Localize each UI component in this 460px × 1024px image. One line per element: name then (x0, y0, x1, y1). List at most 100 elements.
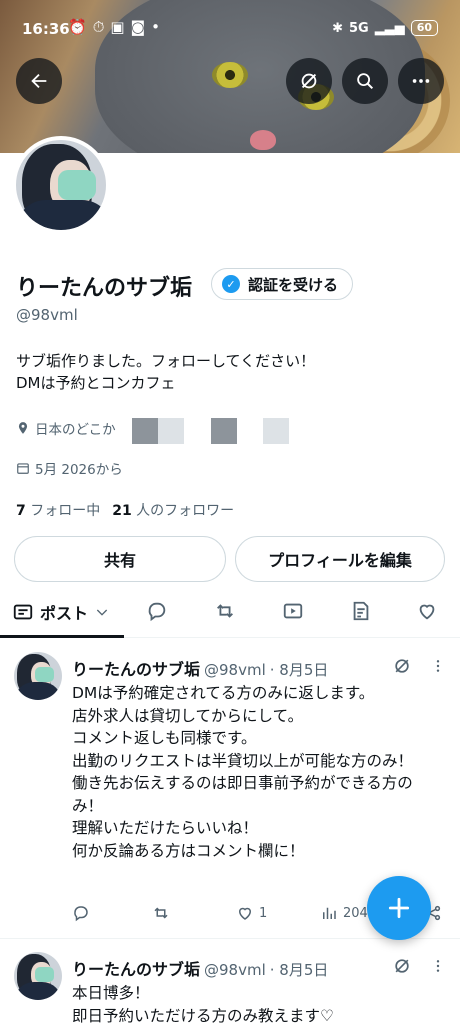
grok-icon[interactable] (392, 956, 412, 976)
tab-likes[interactable] (416, 600, 438, 622)
more-vertical-icon[interactable] (430, 956, 446, 976)
bluetooth-icon: ✱ (332, 20, 343, 36)
repost-button[interactable] (152, 904, 170, 922)
post-author[interactable]: りーたんのサブ垢 (72, 656, 200, 680)
avatar-mask (35, 667, 54, 682)
profile-joined: 5月 2026から (16, 458, 123, 478)
calendar-icon: ▣ (110, 18, 125, 36)
redacted-block (211, 418, 237, 444)
tab-underline (0, 635, 124, 638)
profile-handle: @98vml (16, 306, 78, 324)
post-header-icons (392, 956, 446, 976)
following-label: フォロー中 (30, 503, 101, 519)
avatar-mask (35, 967, 54, 982)
network-label: 5G (348, 20, 369, 36)
redacted-block (158, 418, 184, 444)
post-avatar[interactable] (14, 652, 62, 700)
post-card[interactable]: りーたんのサブ垢 @98vml · 8月5日 本日博多！ 即日予約いただける方の… (0, 952, 460, 1024)
reply-button[interactable] (72, 904, 90, 922)
post-header: りーたんのサブ垢 @98vml · 8月5日 (72, 956, 328, 980)
cat-eye-left (212, 62, 248, 88)
bio-line-2: DMは予約とコンカフェ (16, 374, 176, 392)
tab-posts[interactable]: ポスト (12, 600, 110, 624)
compose-button[interactable] (367, 876, 431, 940)
avatar-art (16, 140, 106, 230)
clock-icon: ⏱ (92, 18, 105, 36)
more-button[interactable] (398, 58, 444, 104)
media-icon (283, 603, 303, 619)
tab-replies[interactable] (146, 600, 168, 622)
search-button[interactable] (342, 58, 388, 104)
like-count: 1 (259, 905, 268, 921)
tab-posts-label: ポスト (40, 604, 89, 623)
verify-button[interactable]: ✓ 認証を受ける (211, 268, 354, 300)
following-count: 7 (16, 503, 26, 519)
following-link[interactable]: 7 フォロー中 (16, 500, 100, 520)
posts-icon (13, 604, 33, 620)
tab-media[interactable] (282, 600, 304, 622)
tab-articles[interactable] (350, 600, 372, 622)
joined-text: 5月 2026から (35, 462, 123, 478)
article-icon (353, 601, 369, 621)
edit-profile-button[interactable]: プロフィールを編集 (235, 536, 445, 582)
share-button[interactable]: 共有 (14, 536, 226, 582)
post-date: · 8月5日 (269, 661, 329, 679)
view-count: 204 (343, 905, 368, 921)
followers-label: 人のフォロワー (136, 503, 235, 519)
repost-icon (217, 604, 233, 618)
back-button[interactable] (16, 58, 62, 104)
post-text: 本日博多！ 即日予約いただける方のみ教えます♡ (72, 984, 334, 1024)
status-right: ✱ 5G ▂▃▅ 60 (332, 20, 438, 36)
post-handle: @98vml (204, 961, 266, 979)
calendar-icon (17, 463, 29, 474)
line-app-icon: ◙ (130, 18, 146, 36)
chevron-down-icon (96, 609, 108, 616)
grok-button[interactable] (286, 58, 332, 104)
grok-icon (301, 73, 317, 89)
followers-link[interactable]: 21 人のフォロワー (112, 500, 234, 520)
bio-line-1: サブ垢作りました。フォローしてください！ (16, 352, 316, 370)
status-left-icons: ⏰ ⏱ ▣ ◙ • (68, 18, 160, 36)
heart-icon (238, 907, 252, 920)
grok-icon[interactable] (392, 656, 412, 676)
status-bar: 16:36 ⏰ ⏱ ▣ ◙ • ✱ 5G ▂▃▅ 60 (0, 0, 460, 58)
post-date: · 8月5日 (269, 961, 329, 979)
reply-icon (74, 906, 88, 922)
profile-tabs: ポスト (0, 590, 460, 638)
verify-button-label: 認証を受ける (248, 275, 339, 294)
verified-badge-icon: ✓ (222, 275, 240, 293)
post-text: DMは予約確定されてる方のみに返します。 店外求人は貸切してからにして。 コメン… (72, 684, 414, 860)
followers-count: 21 (112, 503, 132, 519)
avatar-mask (58, 170, 96, 200)
post-header-icons (392, 656, 446, 676)
redacted-block (263, 418, 289, 444)
arrow-left-icon (31, 73, 47, 89)
post-handle: @98vml (204, 661, 266, 679)
post-header: りーたんのサブ垢 @98vml · 8月5日 (72, 656, 328, 680)
signal-icon: ▂▃▅ (374, 20, 405, 36)
heart-icon (419, 604, 435, 620)
post-avatar[interactable] (14, 952, 62, 1000)
views-button[interactable]: 204 (320, 904, 368, 922)
status-time: 16:36 (22, 20, 70, 38)
location-pin-icon (18, 422, 28, 434)
profile-display-name: りーたんのサブ垢 (16, 276, 193, 301)
cat-nose (250, 130, 276, 150)
profile-bio: サブ垢作りました。フォローしてください！ DMは予約とコンカフェ (16, 350, 315, 394)
post-author[interactable]: りーたんのサブ垢 (72, 956, 200, 980)
battery-icon: 60 (410, 20, 438, 36)
follow-stats: 7 フォロー中 21 人のフォロワー (16, 500, 234, 520)
repost-icon (154, 907, 168, 919)
alarm-icon: ⏰ (68, 18, 87, 36)
location-text: 日本のどこか (35, 422, 116, 438)
more-vertical-icon[interactable] (430, 656, 446, 676)
views-icon (323, 907, 336, 919)
dot-icon: • (151, 18, 160, 36)
reply-icon (148, 602, 166, 622)
plus-icon (388, 897, 410, 919)
profile-location: 日本のどこか (16, 418, 116, 438)
profile-avatar[interactable] (12, 136, 110, 234)
like-button[interactable]: 1 (236, 904, 267, 922)
avatar-hoodie (16, 200, 106, 230)
tab-reposts[interactable] (214, 600, 236, 622)
